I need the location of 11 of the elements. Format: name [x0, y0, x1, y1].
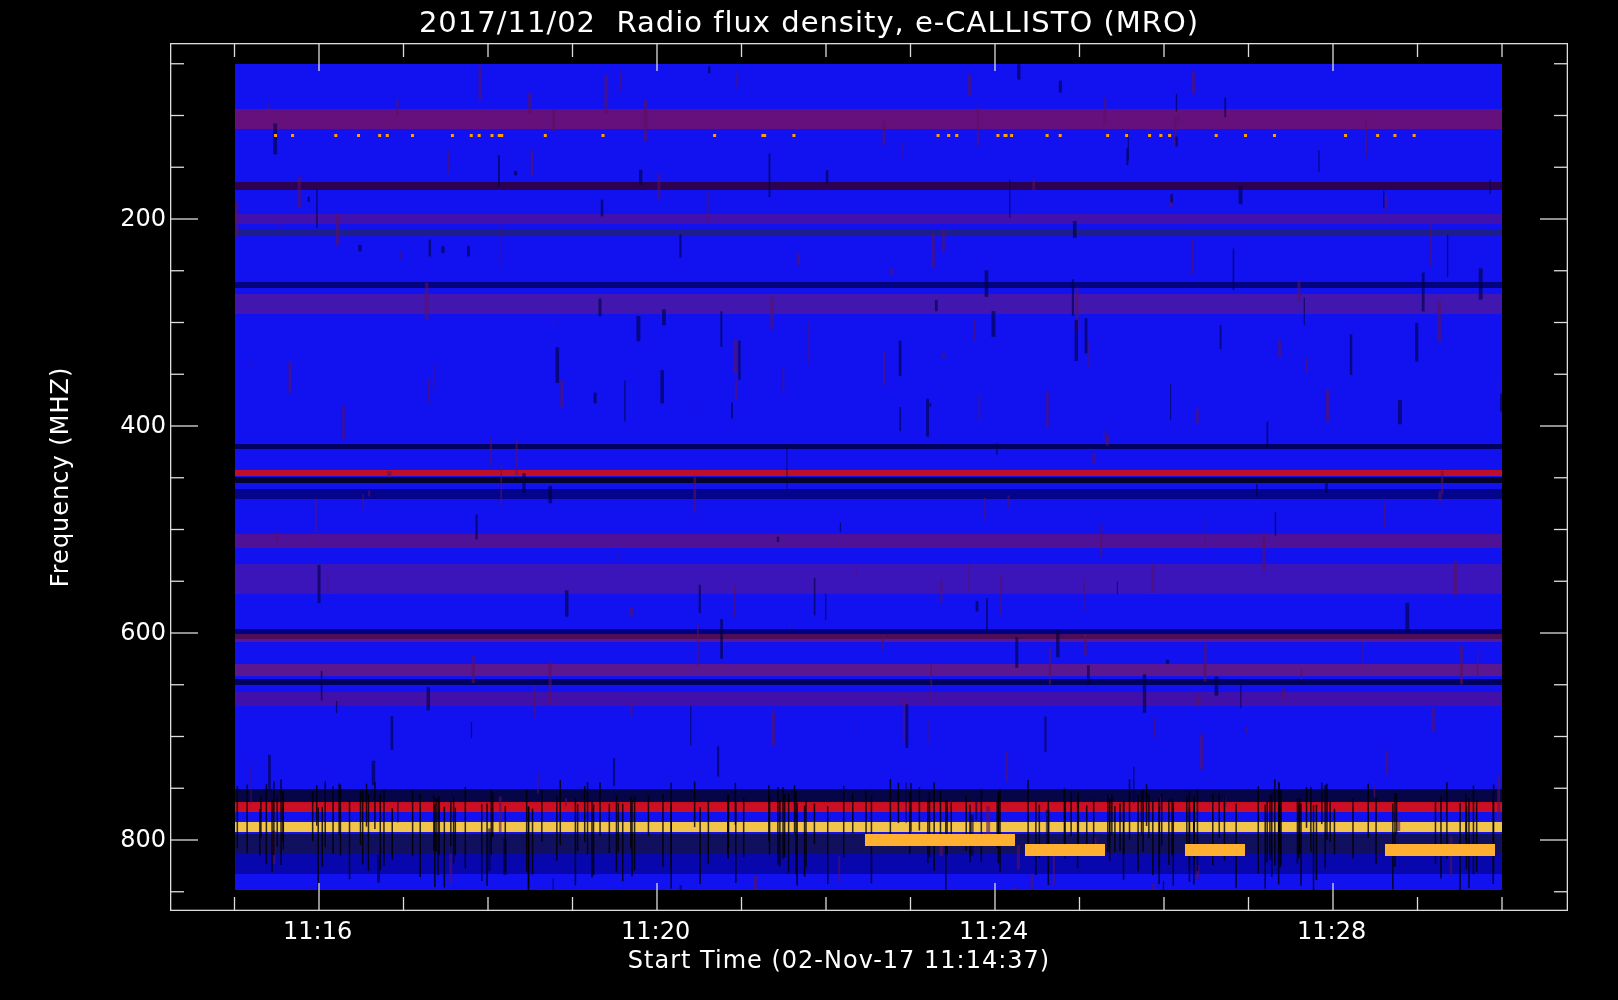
y-axis-label: Frequency (MHZ)	[46, 366, 74, 588]
x-tick-label: 11:28	[1297, 917, 1367, 945]
y-tick-label: 200	[120, 204, 166, 232]
x-tick-label: 11:20	[621, 917, 691, 945]
x-tick-label: 11:16	[283, 917, 353, 945]
chart-title: 2017/11/02 Radio flux density, e-CALLISTO (MRO)	[417, 3, 1201, 41]
y-tick-label: 600	[120, 618, 166, 646]
x-axis-label: Start Time (02-Nov-17 11:14:37)	[627, 946, 1051, 974]
y-tick-label: 800	[120, 825, 166, 853]
y-tick-label: 400	[120, 411, 166, 439]
x-tick-label: 11:24	[959, 917, 1029, 945]
